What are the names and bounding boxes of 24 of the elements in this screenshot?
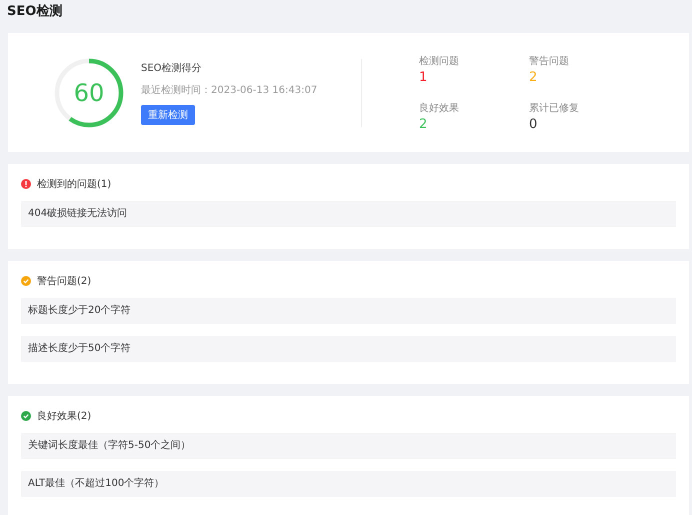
check-icon <box>21 276 31 286</box>
last-check-time: 最近检测时间：2023-06-13 16:43:07 <box>141 84 318 96</box>
result-item: 描述长度少于50个字符 <box>21 336 676 362</box>
stat-label: 良好效果 <box>419 102 460 114</box>
result-item: 404破损链接无法访问 <box>21 201 676 227</box>
result-item: ALT最佳（不超过100个字符） <box>21 471 676 497</box>
stat-label: 检测问题 <box>419 54 460 68</box>
stat-label: 警告问题 <box>529 54 570 68</box>
recheck-button[interactable]: 重新检测 <box>141 104 195 124</box>
stat-value: 2 <box>529 70 538 84</box>
stat-value: 1 <box>419 70 428 84</box>
stat-label: 累计已修复 <box>529 102 580 114</box>
section-title: 警告问题(2) <box>37 274 92 288</box>
result-item: 关键词长度最佳（字符5-50个之间） <box>21 433 676 459</box>
page-title: SEO检测 <box>7 3 64 21</box>
section-title: 良好效果(2) <box>37 410 92 423</box>
score-label: SEO检测得分 <box>141 62 202 74</box>
section-title: 检测到的问题(1) <box>37 178 112 191</box>
alert-icon <box>21 179 31 189</box>
stat-value: 0 <box>529 116 538 132</box>
stat-value: 2 <box>419 116 428 132</box>
result-item: 标题长度少于20个字符 <box>21 298 676 324</box>
check-icon <box>21 411 31 421</box>
score-value: 60 <box>72 78 106 108</box>
